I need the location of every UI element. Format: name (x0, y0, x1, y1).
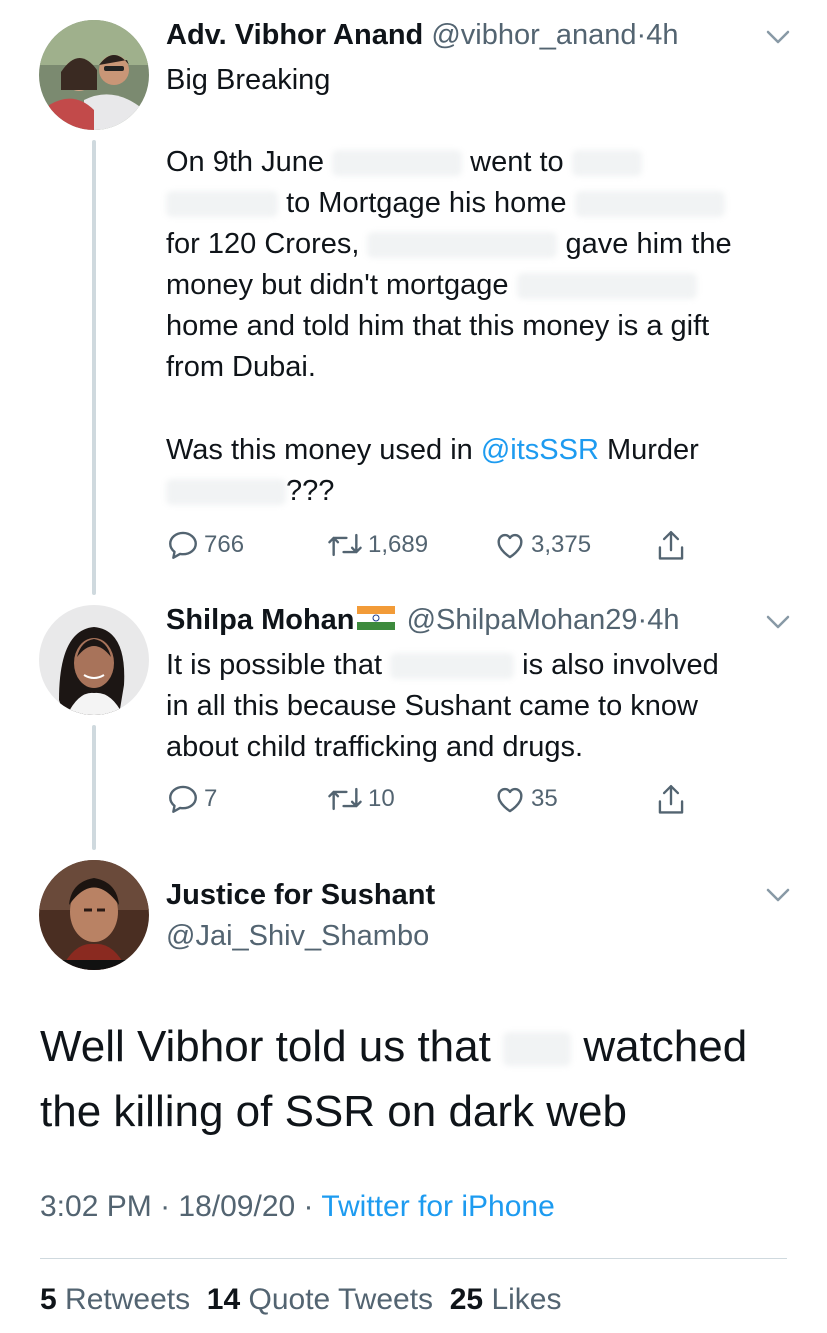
share-button[interactable] (654, 528, 688, 564)
reply-count: 766 (204, 531, 245, 558)
tweet1-line: money but didn't mortgage (166, 265, 697, 306)
redacted-text (166, 191, 278, 218)
like-button[interactable]: 35 (493, 782, 558, 816)
likes-label: Likes (491, 1283, 562, 1316)
retweet-icon (328, 533, 362, 557)
tweet1-text: On 9th June (166, 146, 324, 178)
like-icon (497, 787, 523, 813)
main-tweet-line: the killing of SSR on dark web (40, 1087, 627, 1136)
author-name[interactable]: Adv. Vibhor Anand (166, 19, 423, 51)
tweet1-text: gave him the (565, 228, 732, 260)
separator-dot: · (160, 1190, 171, 1223)
india-flag-icon (356, 606, 395, 631)
redacted-text (516, 273, 697, 300)
like-button[interactable]: 3,375 (493, 528, 591, 562)
quote-tweets-stat[interactable]: 14 Quote Tweets (207, 1283, 433, 1316)
like-icon (497, 533, 523, 559)
redacted-text (332, 150, 463, 177)
author-handle[interactable]: @ShilpaMohan29 (407, 604, 638, 636)
main-tweet-line: Well Vibhor told us that watched (40, 1018, 747, 1076)
avatar-vibhor[interactable] (39, 20, 149, 130)
tweet2-line: in all this because Sushant came to know (166, 690, 698, 722)
tweet2-text: is also involved (522, 649, 719, 681)
retweet-count: 10 (368, 785, 395, 812)
tweet1-text: Murder (606, 434, 699, 466)
main-tweet-text: Well Vibhor told us that (40, 1022, 491, 1071)
retweet-count: 1,689 (368, 531, 429, 558)
retweets-count: 5 (40, 1283, 57, 1316)
chevron-down-icon[interactable] (765, 886, 791, 904)
share-icon (658, 530, 684, 560)
separator-dot: · (637, 604, 648, 636)
tweet-time[interactable]: 4h (647, 604, 679, 636)
retweets-stat[interactable]: 5 Retweets (40, 1283, 190, 1316)
tweet1-line: Big Breaking (166, 64, 331, 96)
separator-dot: · (303, 1190, 314, 1223)
reply-count: 7 (204, 785, 218, 812)
tweet1-line: On 9th June went to (166, 142, 642, 183)
chevron-down-icon[interactable] (765, 613, 791, 631)
tweet-timestamp[interactable]: 3:02 PM (40, 1190, 152, 1223)
reply-icon (169, 785, 197, 813)
tweet1-text: to Mortgage his home (286, 187, 567, 219)
tweet1-line: to Mortgage his home (166, 183, 725, 224)
redacted-text (571, 150, 642, 177)
tweet1-header: Adv. Vibhor Anand @vibhor_anand·4h (166, 17, 678, 53)
main-author-name: Justice for Sushant (166, 877, 435, 913)
tweet1-text: money but didn't mortgage (166, 269, 509, 301)
tweet1-text: for 120 Crores, (166, 228, 360, 260)
main-author-handle[interactable]: @Jai_Shiv_Shambo (166, 918, 429, 954)
chevron-down-icon[interactable] (765, 28, 791, 46)
retweets-label: Retweets (65, 1283, 191, 1316)
author-name[interactable]: Justice for Sushant (166, 879, 435, 911)
redacted-text (390, 653, 515, 680)
reply-button[interactable]: 7 (166, 782, 217, 816)
thread-line-2 (92, 725, 96, 850)
reply-button[interactable]: 766 (166, 528, 244, 562)
like-count: 35 (531, 785, 558, 812)
tweet1-text: Was this money used in (166, 434, 473, 466)
tweet1-line: ??? (166, 471, 334, 512)
tweet1-line: for 120 Crores, gave him the (166, 224, 732, 265)
share-icon (658, 784, 684, 814)
redacted-text (503, 1032, 572, 1067)
avatar-shilpa[interactable] (39, 605, 149, 715)
separator-dot: · (636, 19, 647, 51)
tweet1-line: Was this money used in @itsSSR Murder (166, 430, 699, 471)
tweet1-line: from Dubai. (166, 351, 316, 383)
retweet-icon (328, 787, 362, 811)
quote-tweets-label: Quote Tweets (248, 1283, 434, 1316)
tweet2-line: It is possible that is also involved (166, 645, 719, 686)
tweet1-line: home and told him that this money is a g… (166, 310, 710, 342)
reply-icon (169, 531, 197, 559)
redacted-text (574, 191, 725, 218)
tweet-date[interactable]: 18/09/20 (178, 1190, 295, 1223)
engagement-stats: 5 Retweets 14 Quote Tweets 25 Likes (40, 1283, 561, 1317)
likes-count: 25 (449, 1283, 484, 1316)
retweet-button[interactable]: 1,689 (326, 528, 428, 562)
main-tweet-text: watched (583, 1022, 748, 1071)
quote-tweets-count: 14 (206, 1283, 241, 1316)
like-count: 3,375 (531, 531, 592, 558)
thread-line-1 (92, 140, 96, 595)
tweet2-text: It is possible that (166, 649, 382, 681)
mention-link[interactable]: @itsSSR (481, 434, 599, 466)
tweet-meta: 3:02 PM · 18/09/20 · Twitter for iPhone (40, 1190, 555, 1224)
tweet-source-link[interactable]: Twitter for iPhone (321, 1190, 554, 1223)
redacted-text (166, 479, 286, 506)
tweet1-text: ??? (286, 475, 335, 507)
redacted-text (367, 232, 558, 259)
avatar-justice-for-sushant[interactable] (39, 860, 149, 970)
likes-stat[interactable]: 25 Likes (450, 1283, 562, 1316)
author-handle[interactable]: @vibhor_anand (431, 19, 636, 51)
retweet-button[interactable]: 10 (326, 782, 395, 816)
share-button[interactable] (654, 782, 688, 818)
divider (40, 1258, 787, 1259)
tweet-time[interactable]: 4h (646, 19, 678, 51)
tweet2-header: Shilpa Mohan @ShilpaMohan29·4h (166, 602, 679, 638)
author-name[interactable]: Shilpa Mohan (166, 604, 355, 636)
tweet1-text: went to (470, 146, 564, 178)
tweet2-line: about child trafficking and drugs. (166, 731, 584, 763)
